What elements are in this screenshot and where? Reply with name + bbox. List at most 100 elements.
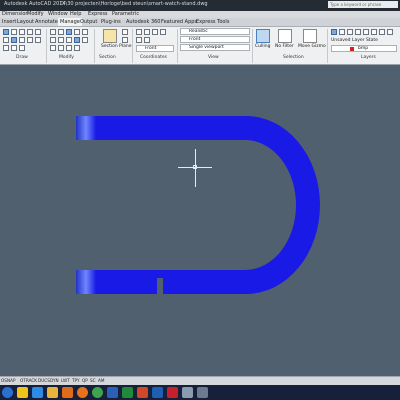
ucs-select[interactable]: Front xyxy=(136,45,174,52)
media-icon[interactable] xyxy=(62,387,73,398)
section-option-icon[interactable] xyxy=(122,29,128,35)
search-input[interactable]: Type a keyword or phrase xyxy=(328,1,398,8)
tab-express-tools[interactable]: Express Tools xyxy=(196,18,229,26)
subtract-tool-icon[interactable] xyxy=(82,37,88,43)
viewport-config-select[interactable]: Single viewport xyxy=(180,44,250,51)
mirror-tool-icon[interactable] xyxy=(58,37,64,43)
move-gizmo-label[interactable]: Move Gizmo xyxy=(298,44,326,49)
ucs-y-icon[interactable] xyxy=(136,37,142,43)
ucs-world-icon[interactable] xyxy=(144,29,150,35)
union-tool-icon[interactable] xyxy=(82,29,88,35)
menu-modify[interactable]: Modify xyxy=(27,11,44,18)
status-am[interactable]: AM xyxy=(98,377,104,385)
tab-insert[interactable]: Insert xyxy=(2,18,16,26)
culling-label[interactable]: Culling xyxy=(255,44,270,49)
tab-annotate[interactable]: Annotate xyxy=(35,18,58,26)
start-icon[interactable] xyxy=(2,387,13,398)
u-shaped-solid[interactable] xyxy=(76,116,320,294)
powerpoint-icon[interactable] xyxy=(137,387,148,398)
scale-tool-icon[interactable] xyxy=(66,37,72,43)
culling-icon[interactable] xyxy=(256,29,270,43)
status-dyn[interactable]: DYN xyxy=(50,377,59,385)
extrude-tool-icon[interactable] xyxy=(11,37,17,43)
rotate-tool-icon[interactable] xyxy=(58,29,64,35)
ucs-icon[interactable] xyxy=(136,29,142,35)
status-lwt[interactable]: LWT xyxy=(61,377,70,385)
menu-dimension[interactable]: Dimension xyxy=(2,11,29,18)
erase-tool-icon[interactable] xyxy=(58,45,64,51)
stretch-tool-icon[interactable] xyxy=(50,45,56,51)
menu-window[interactable]: Window xyxy=(48,11,68,18)
no-filter-label[interactable]: No Filter xyxy=(275,44,294,49)
boundary-tool-icon[interactable] xyxy=(19,45,25,51)
move-tool-icon[interactable] xyxy=(50,29,56,35)
tab-manage[interactable]: Manage xyxy=(58,18,82,26)
no-filter-icon[interactable] xyxy=(278,29,292,43)
explode-tool-icon[interactable] xyxy=(66,45,72,51)
layer-tool-icon[interactable] xyxy=(363,29,369,35)
section-option-icon[interactable] xyxy=(122,37,128,43)
status-sc[interactable]: SC xyxy=(90,377,96,385)
status-osnap[interactable]: OSNAP xyxy=(1,377,15,385)
layer-tool-icon[interactable] xyxy=(347,29,353,35)
section-plane-label[interactable]: Section Plane xyxy=(101,44,132,49)
layer-properties-icon[interactable] xyxy=(331,29,337,35)
ucs-z-icon[interactable] xyxy=(144,37,150,43)
trim-tool-icon[interactable] xyxy=(66,29,72,35)
status-ducs[interactable]: DUCS xyxy=(38,377,50,385)
visual-style-select[interactable]: Realistic xyxy=(180,28,250,35)
outlook-icon[interactable] xyxy=(152,387,163,398)
offset-tool-icon[interactable] xyxy=(74,45,80,51)
revolve-tool-icon[interactable] xyxy=(19,37,25,43)
menu-help[interactable]: Help xyxy=(70,11,81,18)
status-tpy[interactable]: TPY xyxy=(72,377,80,385)
layer-tool-icon[interactable] xyxy=(371,29,377,35)
ucs-origin-icon[interactable] xyxy=(152,29,158,35)
ucs-x-icon[interactable] xyxy=(160,29,166,35)
arc-tool-icon[interactable] xyxy=(27,29,33,35)
line-tool-icon[interactable] xyxy=(3,29,9,35)
status-otrack[interactable]: OTRACK xyxy=(20,377,37,385)
layer-tool-icon[interactable] xyxy=(379,29,385,35)
layer-tool-icon[interactable] xyxy=(339,29,345,35)
excel-icon[interactable] xyxy=(122,387,133,398)
tab-plugins[interactable]: Plug-ins xyxy=(101,18,121,26)
chrome-icon[interactable] xyxy=(92,387,103,398)
fillet-tool-icon[interactable] xyxy=(74,29,80,35)
copy-tool-icon[interactable] xyxy=(50,37,56,43)
explorer-icon[interactable] xyxy=(17,387,28,398)
layer-select[interactable]: bmp xyxy=(331,45,397,52)
loft-tool-icon[interactable] xyxy=(35,37,41,43)
tool-icon[interactable] xyxy=(182,387,193,398)
tool-icon[interactable] xyxy=(197,387,208,398)
menu-express[interactable]: Express xyxy=(88,11,108,18)
firefox-icon[interactable] xyxy=(77,387,88,398)
hatch-tool-icon[interactable] xyxy=(3,45,9,51)
word-icon[interactable] xyxy=(107,387,118,398)
folder-icon[interactable] xyxy=(47,387,58,398)
sweep-tool-icon[interactable] xyxy=(27,37,33,43)
tab-output[interactable]: Output xyxy=(80,18,97,26)
ie-icon[interactable] xyxy=(32,387,43,398)
section-plane-icon[interactable] xyxy=(103,29,117,43)
box-tool-icon[interactable] xyxy=(3,37,9,43)
polyline-tool-icon[interactable] xyxy=(11,29,17,35)
status-qp[interactable]: QP xyxy=(82,377,88,385)
tab-featured-apps[interactable]: Featured Apps xyxy=(161,18,197,26)
rectangle-tool-icon[interactable] xyxy=(35,29,41,35)
layer-tool-icon[interactable] xyxy=(387,29,393,35)
region-tool-icon[interactable] xyxy=(11,45,17,51)
move-gizmo-icon[interactable] xyxy=(303,29,317,43)
panel-label-modify: Modify xyxy=(59,55,74,60)
autocad-icon[interactable] xyxy=(167,387,178,398)
view-direction-select[interactable]: Front xyxy=(180,36,250,43)
menu-parametric[interactable]: Parametric xyxy=(112,11,139,18)
tab-layout[interactable]: Layout xyxy=(17,18,34,26)
drawing-viewport[interactable] xyxy=(0,65,400,376)
array-tool-icon[interactable] xyxy=(74,37,80,43)
panel-label-coordinates: Coordinates xyxy=(140,55,168,60)
circle-tool-icon[interactable] xyxy=(19,29,25,35)
layer-state[interactable]: Unsaved Layer State xyxy=(331,38,378,43)
layer-tool-icon[interactable] xyxy=(355,29,361,35)
tab-autodesk-360[interactable]: Autodesk 360 xyxy=(126,18,161,26)
